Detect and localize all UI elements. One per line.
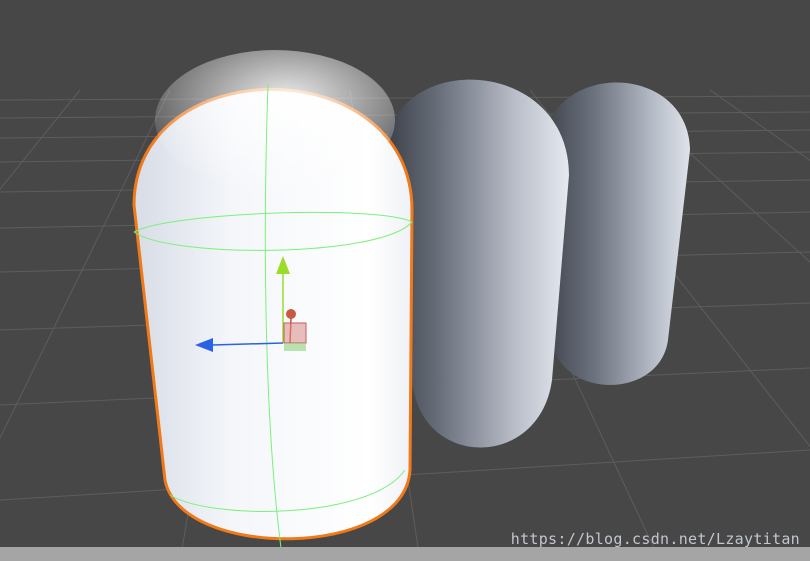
capsule-middle[interactable] bbox=[386, 79, 569, 448]
x-axis-cap-icon[interactable] bbox=[286, 309, 296, 319]
plane-handle-xy[interactable] bbox=[283, 322, 307, 344]
capsule-selected[interactable] bbox=[132, 50, 414, 549]
capsule-highlight bbox=[155, 50, 395, 190]
plane-handle-xz[interactable] bbox=[284, 343, 306, 351]
scene-viewport[interactable]: https://blog.csdn.net/Lzaytitan bbox=[0, 0, 810, 561]
bottom-strip bbox=[0, 547, 810, 561]
scene-canvas[interactable] bbox=[0, 0, 810, 561]
watermark-text: https://blog.csdn.net/Lzaytitan bbox=[510, 530, 800, 548]
capsule-back[interactable] bbox=[543, 82, 690, 386]
